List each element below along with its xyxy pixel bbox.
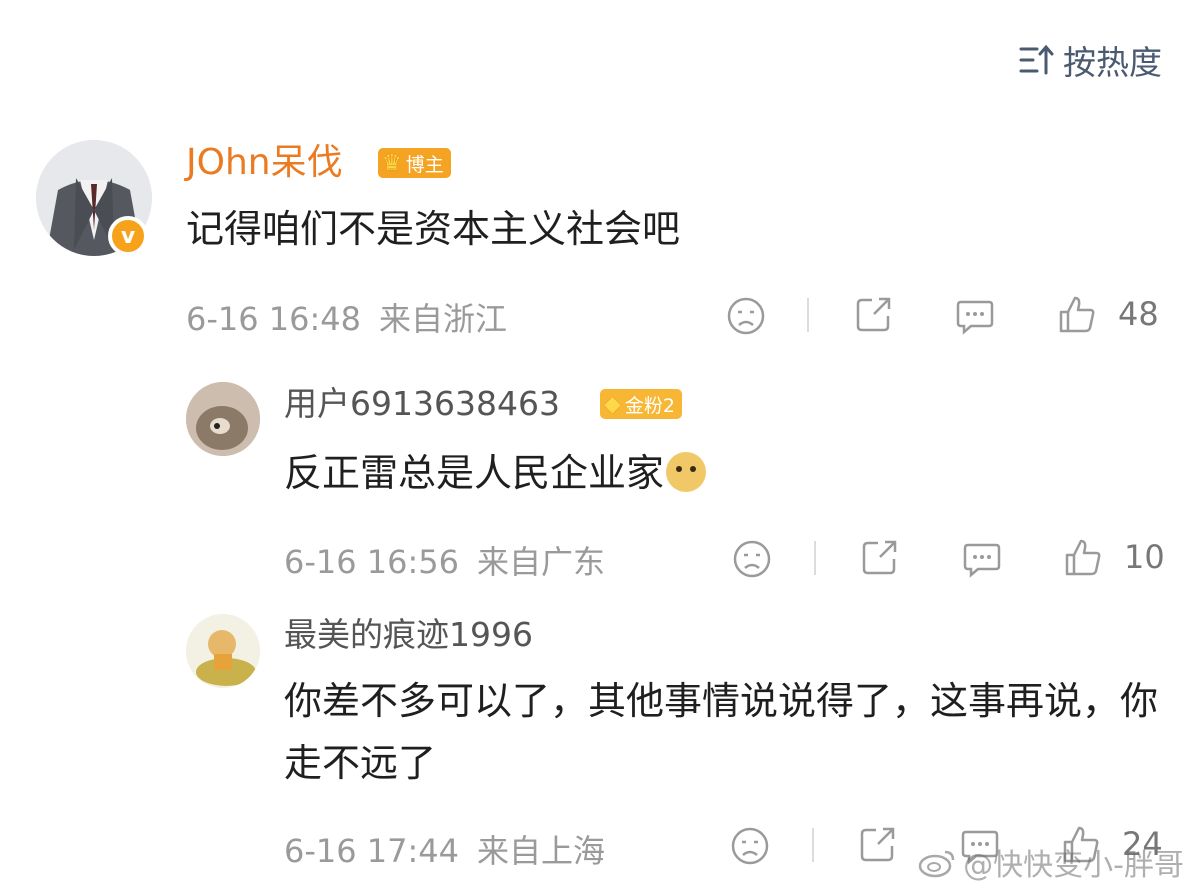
sort-by-hot-button[interactable]: 按热度 <box>1019 36 1162 84</box>
divider <box>812 828 814 862</box>
doge-emoji-icon <box>666 452 707 492</box>
username[interactable]: 用户6913638463 <box>284 387 560 420</box>
watermark: @快快变小-胖哥 <box>917 840 1184 884</box>
username[interactable]: 最美的痕迹1996 <box>284 618 533 651</box>
blogger-badge: ♛ 博主 <box>378 148 451 178</box>
comment-date: 6-16 17:44 <box>284 832 460 870</box>
comment-meta: 6-16 17:44 来自上海 <box>284 826 605 872</box>
comment-location: 来自浙江 <box>379 300 508 338</box>
avatar-image <box>186 614 260 688</box>
comment-icon[interactable] <box>962 539 1002 579</box>
comment-text: 你差不多可以了，其他事情说说得了，这事再说，你走不远了 <box>284 679 1159 785</box>
comment-text-content: 反正雷总是人民企业家 <box>284 451 665 495</box>
comment-date: 6-16 16:48 <box>186 300 362 338</box>
sort-icon <box>1019 44 1054 75</box>
username[interactable]: JOhn呆伐 <box>186 145 343 181</box>
badge-label: 博主 <box>405 153 444 176</box>
sort-label: 按热度 <box>1063 43 1162 82</box>
diamond-icon: ◆ <box>604 391 621 417</box>
badge-label: 金粉2 <box>624 394 676 417</box>
like-icon[interactable] <box>1057 294 1097 334</box>
avatar-image <box>186 382 260 456</box>
share-icon[interactable] <box>860 537 900 577</box>
like-count: 48 <box>1118 295 1159 333</box>
dislike-face-icon[interactable] <box>730 826 770 866</box>
like-icon[interactable] <box>1063 537 1103 577</box>
comment-date: 6-16 16:56 <box>284 543 460 581</box>
dislike-face-icon[interactable] <box>732 539 772 579</box>
comment-meta: 6-16 16:48 来自浙江 <box>186 294 507 340</box>
gold-fan-badge: ◆ 金粉2 <box>600 389 683 419</box>
comment-meta: 6-16 16:56 来自广东 <box>284 537 605 583</box>
comment-icon[interactable] <box>955 296 995 336</box>
share-icon[interactable] <box>854 294 894 334</box>
avatar[interactable] <box>186 614 260 688</box>
weibo-logo-icon <box>918 850 955 878</box>
like-count: 10 <box>1124 538 1165 576</box>
watermark-text: @快快变小-胖哥 <box>963 848 1184 883</box>
verified-badge-icon: v <box>108 216 148 256</box>
crown-icon: ♛ <box>382 150 402 176</box>
comment-location: 来自上海 <box>477 832 606 870</box>
dislike-face-icon[interactable] <box>726 296 766 336</box>
comment-location: 来自广东 <box>477 543 606 581</box>
comment-text: 记得咱们不是资本主义社会吧 <box>186 207 681 251</box>
divider <box>807 298 809 332</box>
divider <box>814 541 816 575</box>
share-icon[interactable] <box>858 824 898 864</box>
comment-text: 反正雷总是人民企业家 <box>284 442 707 504</box>
avatar[interactable] <box>186 382 260 456</box>
